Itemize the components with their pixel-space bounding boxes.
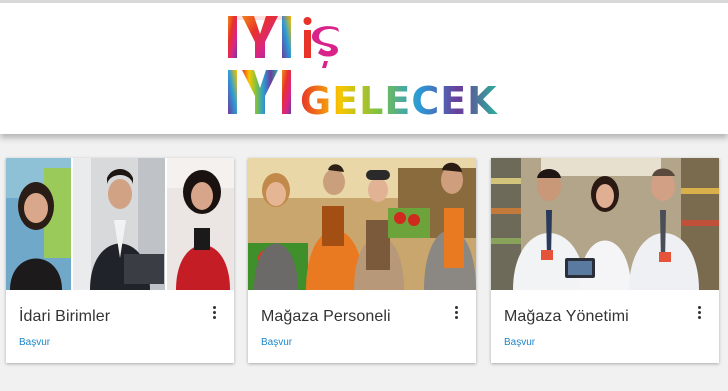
more-options-icon[interactable] (693, 304, 705, 324)
more-options-icon[interactable] (450, 304, 462, 324)
logo-is-word (303, 17, 339, 68)
card-title[interactable]: İdari Birimler (19, 308, 110, 326)
card-magaza-personeli[interactable]: Mağaza Personeli Başvur (248, 158, 476, 363)
card-idari-birimler[interactable]: İdari Birimler Başvur (6, 158, 234, 363)
logo-iyi-bottom (228, 70, 291, 114)
more-options-icon[interactable] (208, 304, 220, 324)
apply-link[interactable]: Başvur (19, 337, 50, 348)
card-title[interactable]: Mağaza Yönetimi (504, 308, 629, 326)
card-photo-office-staff (6, 158, 234, 290)
logo-iyi-top (228, 16, 291, 58)
card-photo-store-staff (248, 158, 476, 290)
apply-link[interactable]: Başvur (504, 337, 535, 348)
brand-logo[interactable]: GELECEK (226, 12, 498, 123)
category-cards: İdari Birimler Başvur Mağaza Personeli B… (0, 134, 728, 391)
card-title[interactable]: Mağaza Personeli (261, 308, 391, 326)
card-photo-store-managers (491, 158, 719, 290)
logo-gelecek-word: GELECEK (300, 79, 498, 123)
site-header: GELECEK (0, 0, 728, 134)
top-border (0, 0, 728, 3)
svg-text:GELECEK: GELECEK (300, 79, 498, 120)
card-magaza-yonetimi[interactable]: Mağaza Yönetimi Başvur (491, 158, 719, 363)
apply-link[interactable]: Başvur (261, 337, 292, 348)
